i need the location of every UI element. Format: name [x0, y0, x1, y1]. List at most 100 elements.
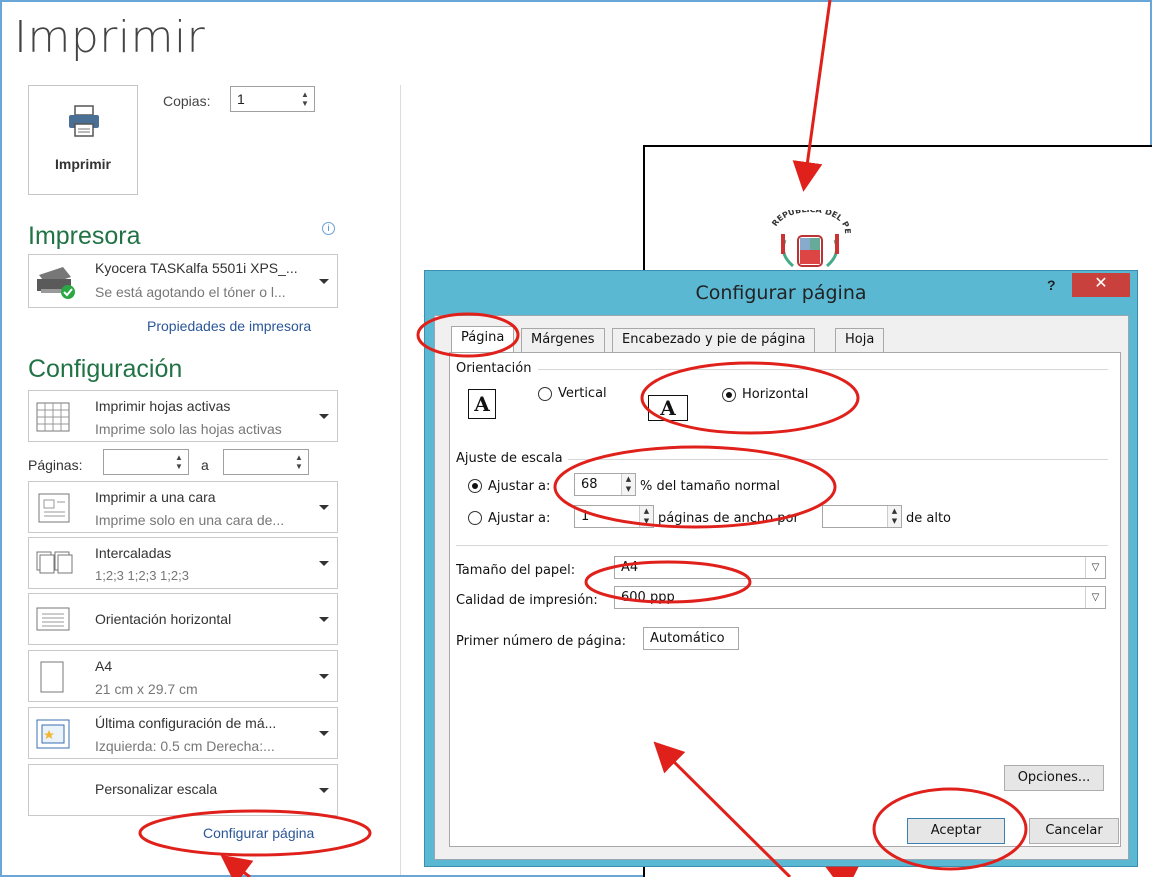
page-setup-dialog: Configurar página ? ✕ Página Márgenes En… [424, 270, 1138, 867]
printer-icon [69, 105, 99, 137]
chevron-down-icon [319, 505, 329, 510]
settings-section-title: Configuración [28, 355, 183, 383]
dialog-body: Página Márgenes Encabezado y pie de pági… [434, 315, 1129, 860]
paper-icon [40, 661, 64, 693]
pages-to-label: a [201, 457, 209, 473]
svg-text:REPÚBLICA DEL PERÚ: REPÚBLICA DEL PERÚ [765, 210, 852, 234]
pages-label: Páginas: [28, 457, 83, 473]
printer-dropdown[interactable]: Kyocera TASKalfa 5501i XPS_... Se está a… [28, 254, 338, 308]
print-what-subtitle: Imprime solo las hojas activas [95, 421, 282, 437]
options-button[interactable]: Opciones... [1004, 765, 1104, 791]
paper-title: A4 [95, 658, 113, 674]
help-button[interactable]: ? [1047, 277, 1056, 293]
adjust-to-radio[interactable] [468, 479, 482, 493]
page-tab-panel: Orientación A Vertical A Horizontal Ajus… [449, 352, 1121, 847]
print-quality-label: Calidad de impresión: [456, 593, 598, 608]
tab-pagina[interactable]: Página [451, 326, 515, 353]
paper-separator [456, 545, 1108, 546]
fit-wide-spinner[interactable]: ▲ ▼ [639, 506, 653, 527]
tab-margenes[interactable]: Márgenes [521, 328, 605, 352]
collate-icon [36, 551, 73, 574]
tab-encabezado[interactable]: Encabezado y pie de página [612, 328, 816, 352]
printer-name: Kyocera TASKalfa 5501i XPS_... [95, 260, 298, 276]
fit-wide-value: 1 [581, 509, 590, 524]
print-what-dropdown[interactable]: Imprimir hojas activas Imprime solo las … [28, 390, 338, 442]
ok-button[interactable]: Aceptar [907, 818, 1005, 844]
pages-to-input[interactable]: ▲ ▼ [223, 449, 309, 475]
pages-to-spinner[interactable]: ▲ ▼ [294, 453, 304, 471]
collate-subtitle: 1;2;3 1;2;3 1;2;3 [95, 568, 189, 583]
first-page-input[interactable]: Automático [643, 627, 739, 650]
sides-dropdown[interactable]: Imprimir a una cara Imprime solo en una … [28, 481, 338, 533]
horizontal-label[interactable]: Horizontal [742, 387, 808, 402]
print-quality-select[interactable]: 600 ppp ▽ [614, 586, 1106, 609]
chevron-down-icon [319, 414, 329, 419]
fit-wide-suffix: páginas de ancho por [658, 511, 799, 526]
margins-title: Última configuración de má... [95, 715, 277, 731]
adjust-percent-value: 68 [581, 477, 598, 492]
pages-from-input[interactable]: ▲ ▼ [103, 449, 189, 475]
orientation-dropdown[interactable]: Orientación horizontal [28, 593, 338, 645]
scale-group-label: Ajuste de escala [456, 451, 563, 466]
first-page-label: Primer número de página: [456, 634, 627, 649]
paper-size-label: Tamaño del papel: [456, 563, 576, 578]
info-icon[interactable]: i [322, 222, 335, 235]
scale-separator [568, 459, 1108, 460]
print-button[interactable]: Imprimir [28, 85, 138, 195]
collate-dropdown[interactable]: Intercaladas 1;2;3 1;2;3 1;2;3 [28, 537, 338, 589]
chevron-down-icon [319, 731, 329, 736]
paper-size-dropdown[interactable]: A4 21 cm x 29.7 cm [28, 650, 338, 702]
printer-properties-link[interactable]: Propiedades de impresora [147, 318, 311, 334]
margins-dropdown[interactable]: Última configuración de má... Izquierda:… [28, 707, 338, 759]
paper-size-select[interactable]: A4 ▽ [614, 556, 1106, 579]
print-what-title: Imprimir hojas activas [95, 398, 231, 414]
chevron-down-icon [319, 561, 329, 566]
page-setup-link[interactable]: Configurar página [203, 825, 314, 841]
fit-to-radio[interactable] [468, 511, 482, 525]
panel-divider [400, 85, 401, 875]
landscape-icon [36, 607, 70, 631]
copies-input[interactable]: 1 ▲ ▼ [230, 86, 315, 112]
vertical-radio[interactable] [538, 387, 552, 401]
scaling-dropdown[interactable]: Personalizar escala [28, 764, 338, 816]
adjust-to-label[interactable]: Ajustar a: [488, 479, 550, 494]
adjust-percent-input[interactable]: 68 ▲ ▼ [574, 473, 636, 496]
paper-size-value: A4 [621, 560, 639, 575]
orientation-group-label: Orientación [456, 361, 532, 376]
pages-from-spinner[interactable]: ▲ ▼ [174, 453, 184, 471]
horizontal-radio[interactable] [722, 388, 736, 402]
page-title: Imprimir [14, 12, 206, 63]
dialog-title: Configurar página [695, 282, 867, 304]
emblem-text: REPÚBLICA DEL PERÚ [765, 210, 852, 234]
one-sided-icon [38, 493, 70, 523]
chevron-down-icon: ▽ [1085, 587, 1105, 608]
margins-subtitle: Izquierda: 0.5 cm Derecha:... [95, 738, 275, 754]
chevron-down-icon [319, 674, 329, 679]
chevron-down-icon [319, 279, 329, 284]
copies-spinner[interactable]: ▲ ▼ [300, 90, 310, 108]
paper-subtitle: 21 cm x 29.7 cm [95, 681, 198, 697]
fit-wide-input[interactable]: 1 ▲ ▼ [574, 505, 654, 528]
fit-tall-spinner[interactable]: ▲ ▼ [887, 506, 901, 527]
cancel-button[interactable]: Cancelar [1029, 818, 1119, 844]
orientation-separator [538, 369, 1108, 370]
fit-tall-suffix: de alto [906, 511, 952, 526]
portrait-page-icon: A [468, 389, 496, 419]
collate-title: Intercaladas [95, 545, 172, 561]
fit-tall-input[interactable]: ▲ ▼ [822, 505, 902, 528]
landscape-page-icon: A [648, 395, 688, 421]
tab-hoja[interactable]: Hoja [835, 328, 885, 352]
adjust-spinner[interactable]: ▲ ▼ [621, 474, 635, 495]
chevron-down-icon: ▽ [1085, 557, 1105, 578]
peru-emblem-icon: REPÚBLICA DEL PERÚ [765, 210, 852, 268]
sheets-icon [36, 402, 70, 432]
print-quality-value: 600 ppp [621, 590, 675, 605]
printer-status: Se está agotando el tóner o l... [95, 284, 286, 300]
close-button[interactable]: ✕ [1072, 273, 1130, 297]
sides-subtitle: Imprime solo en una cara de... [95, 512, 285, 528]
orientation-value: Orientación horizontal [95, 611, 232, 627]
chevron-down-icon [319, 617, 329, 622]
vertical-label[interactable]: Vertical [558, 386, 607, 401]
fit-to-label[interactable]: Ajustar a: [488, 511, 550, 526]
chevron-down-icon [319, 788, 329, 793]
